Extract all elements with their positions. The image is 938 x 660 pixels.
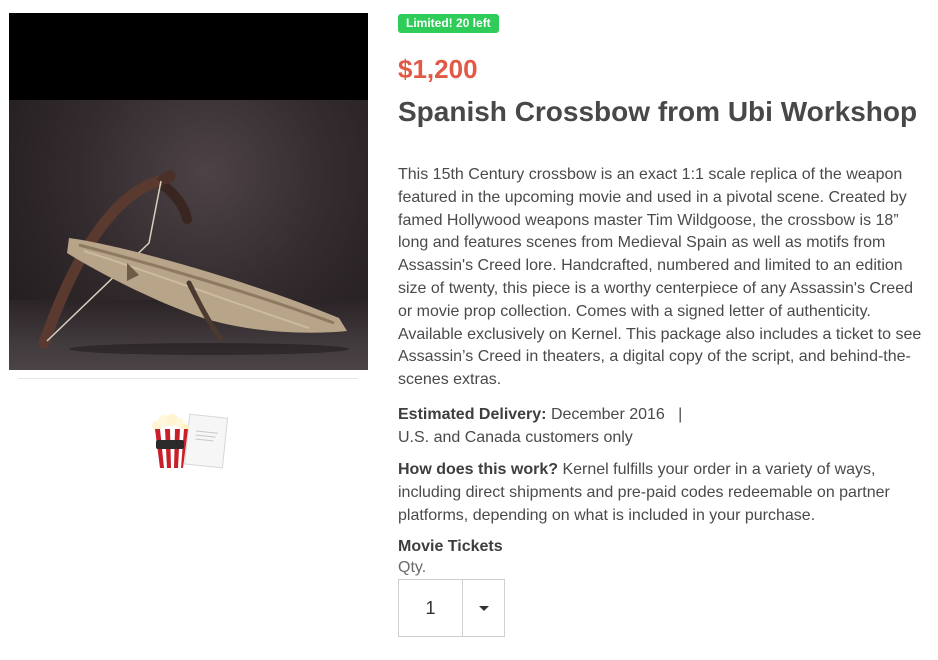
quantity-dropdown-button[interactable] [463, 580, 504, 636]
limited-badge: Limited! 20 left [398, 14, 499, 33]
qty-label: Qty. [398, 559, 427, 576]
product-image-crossbow [9, 13, 368, 370]
how-it-works: How does this work? Kernel fulfills your… [398, 459, 922, 527]
product-media [0, 0, 378, 660]
quantity-value[interactable]: 1 [399, 580, 463, 636]
caret-down-icon [478, 605, 489, 611]
delivery-date: December 2016 [550, 406, 665, 423]
product-title: Spanish Crossbow from Ubi Workshop [398, 96, 918, 127]
delivery-label: Estimated Delivery: [398, 406, 547, 423]
image-divider [18, 378, 358, 379]
popcorn-and-script-icon[interactable] [147, 410, 231, 474]
product-description: This 15th Century crossbow is an exact 1… [398, 166, 922, 389]
delivery-info: Estimated Delivery: December 2016 | U.S.… [398, 404, 922, 450]
how-label: How does this work? [398, 461, 559, 478]
quantity-select[interactable]: 1 [398, 579, 505, 637]
price: $1,200 [398, 54, 478, 84]
delivery-separator: | [678, 406, 683, 423]
option-label: Movie Tickets [398, 538, 503, 555]
delivery-note: U.S. and Canada customers only [398, 428, 633, 446]
